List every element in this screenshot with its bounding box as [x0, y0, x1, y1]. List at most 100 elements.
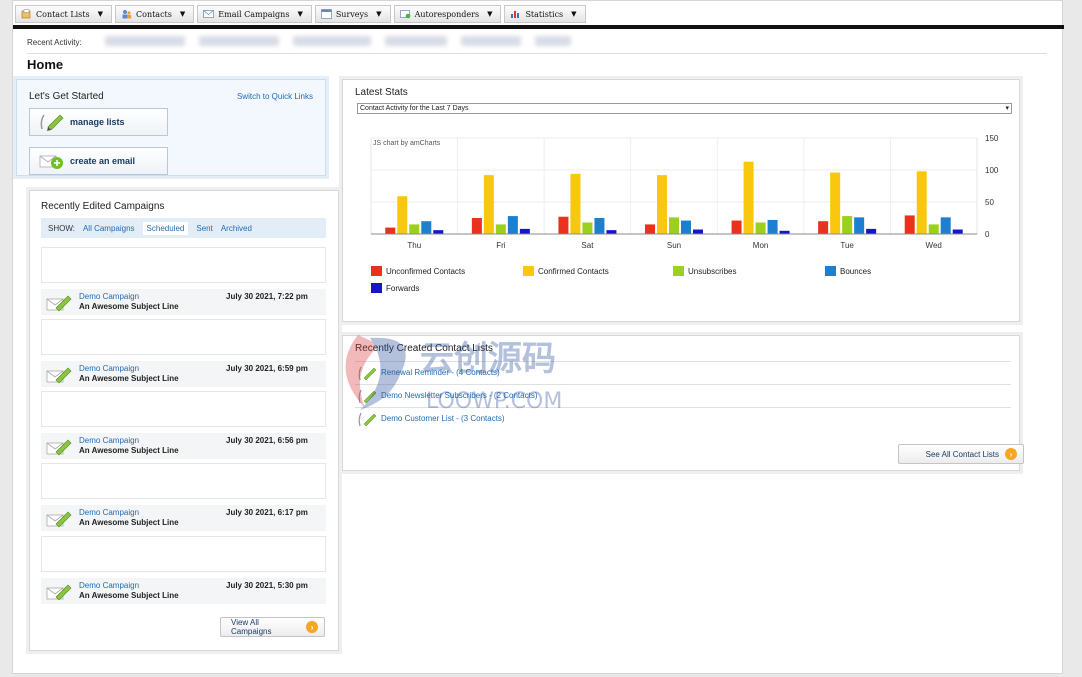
nav-surveys[interactable]: Surveys ▼: [314, 5, 391, 23]
campaign-name-link[interactable]: Demo Campaign: [79, 364, 139, 373]
campaign-filter-bar: SHOW: All Campaigns Scheduled Sent Archi…: [41, 218, 326, 238]
chart-bar: [731, 220, 742, 234]
campaign-name-link[interactable]: Demo Campaign: [79, 436, 139, 445]
campaign-spacer: [41, 247, 326, 283]
legend-label: Unconfirmed Contacts: [386, 267, 465, 276]
campaign-edit-icon: [46, 511, 72, 528]
contact-list-link[interactable]: Renewal Reminder - (4 Contacts): [381, 368, 500, 377]
campaign-name-link[interactable]: Demo Campaign: [79, 581, 139, 590]
nav-label: Autoresponders: [414, 9, 480, 19]
campaign-date: July 30 2021, 5:30 pm: [226, 581, 308, 590]
legend-swatch: [371, 283, 382, 293]
recent-activity-item[interactable]: [385, 36, 447, 46]
chevron-down-icon: ▼: [97, 10, 103, 18]
nav-label: Surveys: [335, 9, 369, 19]
nav-label: Contacts: [136, 9, 172, 19]
chart-bar: [483, 175, 494, 234]
chart-bar: [842, 216, 853, 234]
contact-lists-icon: [21, 9, 31, 19]
filter-scheduled[interactable]: Scheduled: [142, 221, 189, 235]
legend-label: Forwards: [386, 284, 419, 293]
recent-campaigns-title: Recently Edited Campaigns: [41, 201, 165, 212]
contact-list-link[interactable]: Demo Customer List - (3 Contacts): [381, 414, 505, 423]
nav-autoresponders[interactable]: Autoresponders ▼: [393, 5, 502, 23]
chevron-down-icon: ▼: [179, 10, 186, 18]
legend-swatch: [371, 266, 382, 276]
chart-bar: [471, 218, 482, 234]
autoresponder-icon: [399, 10, 410, 19]
legend-label: Bounces: [840, 267, 871, 276]
chart-bar: [645, 224, 655, 234]
filter-archived[interactable]: Archived: [221, 224, 252, 233]
campaign-row[interactable]: Demo Campaign An Awesome Subject Line Ju…: [41, 578, 326, 604]
legend-label: Unsubscribes: [688, 267, 736, 276]
see-all-contact-lists-button[interactable]: See All Contact Lists ›: [898, 444, 1024, 464]
x-tick-label: Thu: [407, 241, 421, 250]
contacts-icon: [122, 10, 132, 19]
campaign-edit-icon: [46, 439, 72, 456]
recent-activity-items: [105, 36, 571, 46]
nav-label: Statistics: [525, 9, 564, 19]
chart-bar: [830, 172, 841, 234]
chevron-down-icon: ▼: [571, 10, 577, 18]
campaign-row[interactable]: Demo Campaign An Awesome Subject Line Ju…: [41, 289, 326, 315]
y-tick-label: 50: [985, 198, 994, 207]
latest-stats-panel: Latest Stats Contact Activity for the La…: [342, 79, 1020, 322]
campaign-row[interactable]: Demo Campaign An Awesome Subject Line Ju…: [41, 505, 326, 531]
contact-list-link[interactable]: Demo Newsletter Subscribers - (2 Contact…: [381, 391, 538, 400]
campaign-row[interactable]: Demo Campaign An Awesome Subject Line Ju…: [41, 361, 326, 387]
recent-activity-item[interactable]: [105, 36, 185, 46]
nav-contacts[interactable]: Contacts ▼: [115, 5, 195, 23]
campaign-name-link[interactable]: Demo Campaign: [79, 508, 139, 517]
nav-contact-lists[interactable]: Contact Lists ▼: [15, 5, 112, 23]
nav-email-campaigns[interactable]: Email Campaigns ▼: [197, 5, 312, 23]
nav-statistics[interactable]: Statistics ▼: [504, 5, 586, 23]
manage-lists-button[interactable]: manage lists: [29, 108, 168, 136]
chevron-down-icon: ▼: [487, 10, 493, 18]
recent-activity-label: Recent Activity:: [27, 38, 82, 47]
survey-icon: [320, 9, 332, 19]
view-all-campaigns-button[interactable]: View All Campaigns ›: [220, 617, 325, 637]
chart-bar: [681, 220, 691, 234]
campaign-date: July 30 2021, 6:56 pm: [226, 436, 308, 445]
switch-quick-links-link[interactable]: Switch to Quick Links: [237, 92, 313, 101]
y-tick-label: 150: [985, 134, 999, 143]
contact-list-row[interactable]: Renewal Reminder - (4 Contacts): [355, 361, 1011, 383]
campaign-date: July 30 2021, 6:59 pm: [226, 364, 308, 373]
nav-label: Contact Lists: [36, 9, 90, 19]
stats-chart: JS chart by amCharts 0 50 100 150 Thu Fri Sat S…: [343, 120, 1021, 320]
x-tick-label: Mon: [753, 241, 769, 250]
chevron-down-icon: ▼: [376, 10, 382, 18]
campaign-date: July 30 2021, 6:17 pm: [226, 508, 308, 517]
campaign-name-link[interactable]: Demo Campaign: [79, 292, 139, 301]
recent-activity-item[interactable]: [293, 36, 371, 46]
campaign-edit-icon: [46, 584, 72, 601]
campaign-row[interactable]: Demo Campaign An Awesome Subject Line Ju…: [41, 433, 326, 459]
header-divider: [13, 25, 1064, 29]
filter-all-campaigns[interactable]: All Campaigns: [83, 224, 135, 233]
get-started-panel: Let's Get Started Switch to Quick Links …: [16, 79, 326, 176]
filter-sent[interactable]: Sent: [196, 224, 212, 233]
chart-bar: [693, 229, 703, 234]
y-tick-label: 0: [985, 230, 990, 239]
divider: [27, 53, 1047, 54]
recent-activity-item[interactable]: [461, 36, 521, 46]
chart-bar: [928, 224, 939, 234]
chart-bar: [385, 227, 396, 234]
chart-bar: [767, 219, 778, 234]
contact-list-row[interactable]: Demo Newsletter Subscribers - (2 Contact…: [355, 384, 1011, 406]
stats-range-value: Contact Activity for the Last 7 Days: [360, 105, 469, 112]
recent-activity-item[interactable]: [199, 36, 279, 46]
campaign-subject: An Awesome Subject Line: [79, 302, 179, 311]
create-email-button[interactable]: create an email: [29, 147, 168, 175]
stats-range-select[interactable]: Contact Activity for the Last 7 Days ▾: [357, 103, 1012, 114]
recent-activity-item[interactable]: [535, 36, 571, 46]
page-title: Home: [27, 57, 64, 72]
chart-bar: [582, 222, 593, 234]
arrow-right-icon: ›: [1005, 448, 1017, 460]
contact-list-row[interactable]: Demo Customer List - (3 Contacts): [355, 407, 1011, 429]
legend-swatch: [673, 266, 684, 276]
campaign-subject: An Awesome Subject Line: [79, 591, 179, 600]
chart-bar: [421, 221, 432, 234]
x-tick-label: Sun: [667, 241, 681, 250]
